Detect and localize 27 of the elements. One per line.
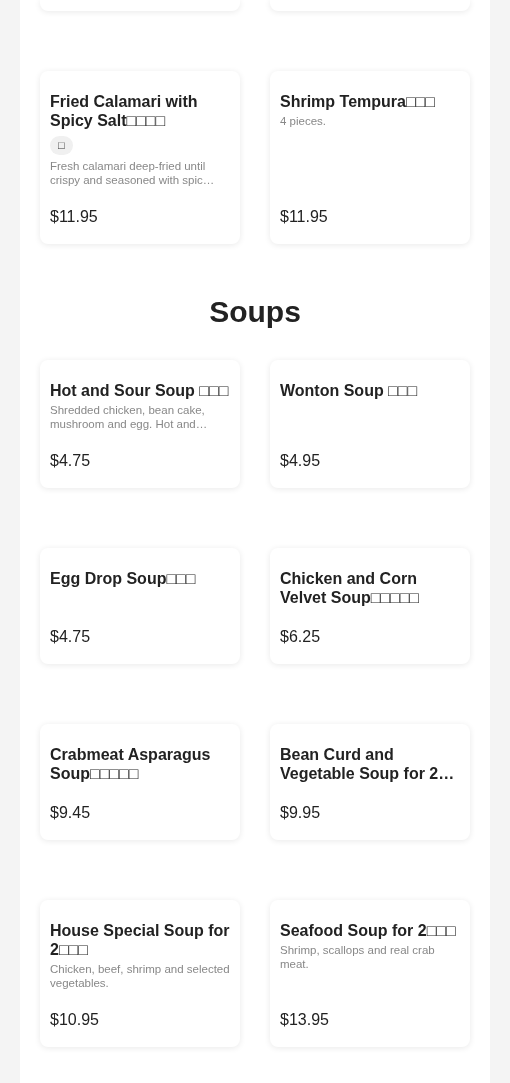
item-price: $10.95 (50, 1010, 100, 1030)
item-description: 4 pieces. (280, 114, 328, 128)
item-price: $4.75 (50, 627, 92, 647)
item-name: Egg Drop Soup□□□ (50, 569, 197, 588)
item-price: $9.95 (280, 803, 322, 823)
item-name: Bean Curd and Vegetable Soup for 2… (280, 745, 456, 783)
item-price: $6.25 (280, 627, 322, 647)
item-price: $11.95 (50, 207, 99, 227)
item-description: Shredded chicken, bean cake, mushroom and egg. Hot and… (50, 403, 209, 431)
item-price: $11.95 (280, 207, 329, 227)
item-name: House Special Soup for 2□□□ (50, 921, 230, 959)
item-price: $13.95 (280, 1010, 330, 1030)
item-name: Crabmeat Asparagus Soup□□□□□ (50, 745, 212, 783)
item-name: Chicken and Corn Velvet Soup□□□□□ (280, 569, 420, 607)
item-name: Shrimp Tempura□□□ (280, 92, 436, 111)
item-price: $9.45 (50, 803, 92, 823)
item-price: $4.95 (280, 451, 322, 471)
item-price: $4.75 (50, 451, 92, 471)
item-description: Chicken, beef, shrimp and selected vegetables. (50, 962, 230, 990)
item-description: Fresh calamari deep-fried until crispy and seasoned with spic… (50, 159, 216, 187)
item-name: Seafood Soup for 2□□□ (280, 921, 457, 940)
item-name: Fried Calamari with Spicy Salt□□□□ (50, 92, 199, 130)
item-name: Hot and Sour Soup □□□ (50, 381, 230, 400)
item-name: Wonton Soup □□□ (280, 381, 419, 400)
item-description: Shrimp, scallops and real crab meat. (280, 943, 436, 971)
item-tag: □ (50, 136, 73, 155)
section-title: Soups (208, 294, 302, 330)
